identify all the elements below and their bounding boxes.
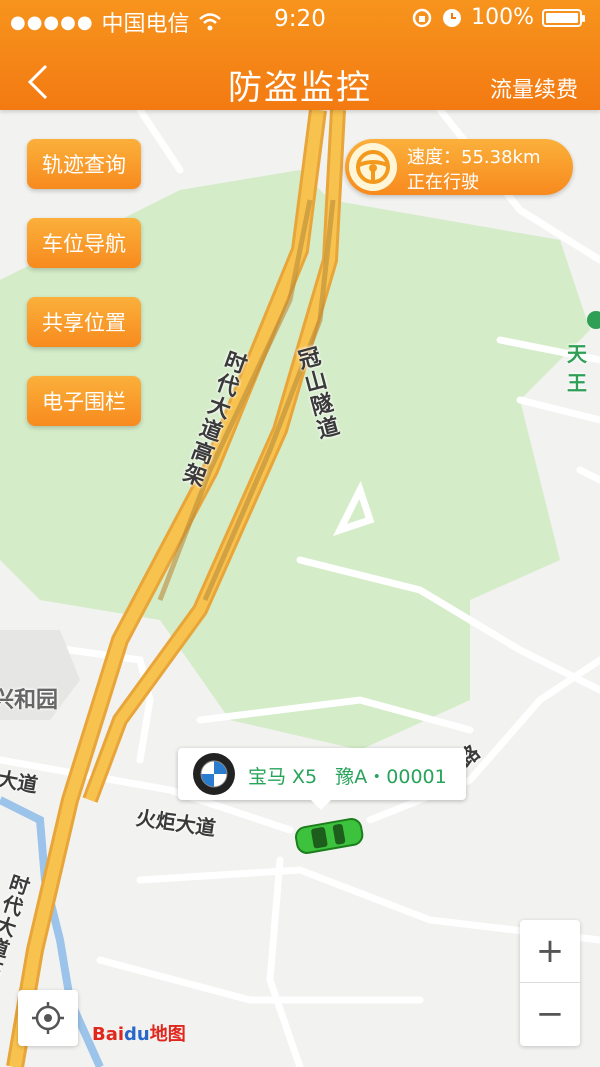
baidu-map-logo: Baidu地图 [92, 1024, 186, 1045]
area-label-xinghe: 兴和园 [0, 688, 59, 713]
traffic-renewal-button[interactable]: 流量续费 [490, 72, 578, 104]
speed-text: 速度：55.38km [407, 147, 541, 168]
alarm-clock-icon [443, 8, 462, 27]
car-marker-icon[interactable] [292, 815, 366, 855]
geofence-button[interactable]: 电子围栏 [27, 376, 141, 426]
vehicle-info-callout[interactable]: 宝马 X5 豫A・00001 [178, 748, 466, 810]
zoom-control: + − [520, 920, 580, 1046]
driving-state: 正在行驶 [407, 172, 479, 193]
speed-panel: 速度：55.38km 正在行驶 [345, 139, 573, 195]
poi-marker-icon [587, 311, 600, 329]
share-location-button[interactable]: 共享位置 [27, 297, 141, 347]
steering-wheel-icon [349, 143, 397, 191]
track-query-button[interactable]: 轨迹查询 [27, 139, 141, 189]
locate-button[interactable] [18, 990, 78, 1046]
top-bar: ●●●●● 中国电信 9:20 100% 防盗监控 流量续费 [0, 0, 600, 110]
battery-icon [542, 8, 585, 27]
rotation-lock-icon [412, 8, 432, 27]
crosshair-icon [32, 1002, 64, 1034]
battery-percent: 100% [471, 5, 534, 30]
zoom-out-button[interactable]: − [520, 983, 580, 1045]
road-label-dadao: 大道 [0, 766, 40, 798]
vehicle-plate: 豫A・00001 [335, 766, 447, 788]
poi-label-tianwang: 天王 [567, 342, 587, 395]
zoom-in-button[interactable]: + [520, 920, 580, 983]
vehicle-model: 宝马 X5 [248, 766, 318, 788]
bmw-logo-icon [193, 753, 235, 795]
status-bar: ●●●●● 中国电信 9:20 100% [0, 0, 600, 38]
parking-navigation-button[interactable]: 车位导航 [27, 218, 141, 268]
